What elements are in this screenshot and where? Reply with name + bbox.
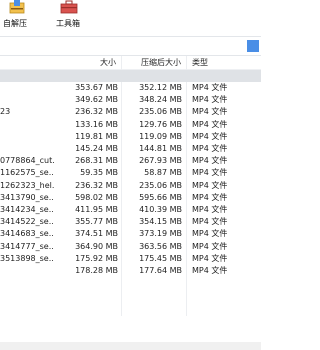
file-compressed-size: 595.66 MB (139, 192, 182, 202)
file-type: MP4 文件 (192, 156, 228, 166)
file-type: MP4 文件 (192, 95, 228, 105)
file-compressed-size: 267.93 MB (139, 156, 182, 166)
file-row[interactable]: 0778864_cut... 268.31 MB 267.93 MB MP4 文件 (0, 155, 261, 167)
file-name (0, 131, 54, 143)
file-row[interactable]: 349.62 MB 348.24 MB MP4 文件 (0, 94, 261, 106)
file-name: 0778864_cut... (0, 156, 54, 166)
file-type: MP4 文件 (192, 229, 228, 239)
file-name: 3414683_se... (0, 229, 54, 239)
file-name: 3414234_se... (0, 205, 54, 214)
file-size: 145.24 MB (75, 144, 118, 153)
file-compressed-size: 363.56 MB (139, 241, 182, 251)
file-name: 3513898_se... (0, 253, 54, 263)
file-row[interactable]: 178.28 MB 177.64 MB MP4 文件 (0, 265, 261, 277)
file-size: 349.62 MB (75, 95, 118, 105)
file-type: MP4 文件 (192, 192, 228, 202)
file-row[interactable]: 23 236.32 MB 235.06 MB MP4 文件 (0, 106, 261, 118)
file-type: MP4 文件 (192, 241, 228, 251)
file-type: MP4 文件 (192, 119, 228, 129)
file-compressed-size: 119.09 MB (139, 131, 182, 141)
file-compressed-size: 175.45 MB (139, 253, 182, 263)
file-compressed-size: 129.76 MB (139, 119, 182, 129)
file-type: MP4 文件 (192, 266, 228, 275)
horizontal-scrollbar[interactable] (0, 342, 261, 350)
file-type: MP4 文件 (192, 180, 228, 190)
file-size: 119.81 MB (75, 131, 118, 141)
file-size: 355.77 MB (75, 217, 118, 227)
file-size: 59.35 MB (80, 168, 118, 178)
file-name: 3414522_se... (0, 217, 54, 227)
file-row[interactable]: 3413790_se... 598.02 MB 595.66 MB MP4 文件 (0, 192, 261, 204)
file-row[interactable]: 1262323_hel... 236.32 MB 235.06 MB MP4 文件 (0, 180, 261, 192)
file-compressed-size: 373.19 MB (139, 229, 182, 239)
file-row[interactable]: 133.16 MB 129.76 MB MP4 文件 (0, 119, 261, 131)
column-header: 大小 压缩后大小 类型 (0, 56, 261, 70)
file-row[interactable]: 119.81 MB 119.09 MB MP4 文件 (0, 131, 261, 143)
file-name: 3413790_se... (0, 192, 54, 202)
file-type: MP4 文件 (192, 205, 228, 214)
toolbox-button[interactable]: 工具箱 (52, 0, 92, 36)
toolbox-icon (60, 0, 78, 16)
column-compressed[interactable]: 压缩后大小 (141, 56, 181, 70)
file-compressed-size: 352.12 MB (139, 83, 182, 92)
file-type: MP4 文件 (192, 144, 228, 153)
file-type: MP4 文件 (192, 107, 228, 117)
file-row[interactable]: 3414683_se... 374.51 MB 373.19 MB MP4 文件 (0, 228, 261, 240)
file-name (0, 265, 54, 277)
toolbar: 自解压 工具箱 (0, 0, 261, 36)
address-dropdown-button[interactable] (247, 40, 259, 52)
self-extract-icon (8, 0, 26, 16)
file-compressed-size: 354.15 MB (139, 217, 182, 227)
file-compressed-size: 235.06 MB (139, 180, 182, 190)
file-size: 598.02 MB (75, 192, 118, 202)
self-extract-button[interactable]: 自解压 (0, 0, 36, 36)
file-size: 236.32 MB (75, 180, 118, 190)
file-row[interactable]: 3414777_se... 364.90 MB 363.56 MB MP4 文件 (0, 241, 261, 253)
address-bar[interactable] (0, 36, 261, 56)
file-name (0, 143, 54, 155)
file-size: 353.67 MB (75, 83, 118, 92)
file-compressed-size: 58.87 MB (144, 168, 182, 178)
file-type: MP4 文件 (192, 168, 228, 178)
file-size: 178.28 MB (75, 266, 118, 275)
file-row[interactable]: 3414234_se... 411.95 MB 410.39 MB MP4 文件 (0, 204, 261, 216)
self-extract-label: 自解压 (3, 19, 27, 28)
toolbox-label: 工具箱 (56, 19, 80, 28)
file-compressed-size: 410.39 MB (139, 205, 182, 214)
file-compressed-size: 177.64 MB (139, 266, 182, 275)
file-size: 236.32 MB (75, 107, 118, 117)
file-type: MP4 文件 (192, 83, 228, 92)
file-row[interactable]: 353.67 MB 352.12 MB MP4 文件 (0, 82, 261, 94)
parent-folder-row[interactable] (0, 70, 261, 82)
file-name: 1262323_hel... (0, 180, 54, 190)
file-name (0, 82, 54, 94)
file-name: 23 (0, 107, 11, 117)
file-size: 411.95 MB (75, 205, 118, 214)
file-type: MP4 文件 (192, 217, 228, 227)
file-name: 3414777_se... (0, 241, 54, 251)
file-size: 364.90 MB (75, 241, 118, 251)
file-name (0, 119, 54, 131)
file-name: 1162575_se... (0, 168, 54, 178)
file-size: 374.51 MB (75, 229, 118, 239)
file-compressed-size: 144.81 MB (139, 144, 182, 153)
file-compressed-size: 348.24 MB (139, 95, 182, 105)
file-type: MP4 文件 (192, 253, 228, 263)
file-size: 175.92 MB (75, 253, 118, 263)
file-type: MP4 文件 (192, 131, 228, 141)
file-size: 268.31 MB (75, 156, 118, 166)
column-type[interactable]: 类型 (192, 56, 208, 70)
column-size[interactable]: 大小 (100, 56, 116, 70)
file-name (0, 94, 54, 106)
file-compressed-size: 235.06 MB (139, 107, 182, 117)
file-row[interactable]: 3513898_se... 175.92 MB 175.45 MB MP4 文件 (0, 253, 261, 265)
file-row[interactable]: 1162575_se... 59.35 MB 58.87 MB MP4 文件 (0, 167, 261, 179)
file-size: 133.16 MB (75, 119, 118, 129)
file-row[interactable]: 145.24 MB 144.81 MB MP4 文件 (0, 143, 261, 155)
file-row[interactable]: 3414522_se... 355.77 MB 354.15 MB MP4 文件 (0, 216, 261, 228)
